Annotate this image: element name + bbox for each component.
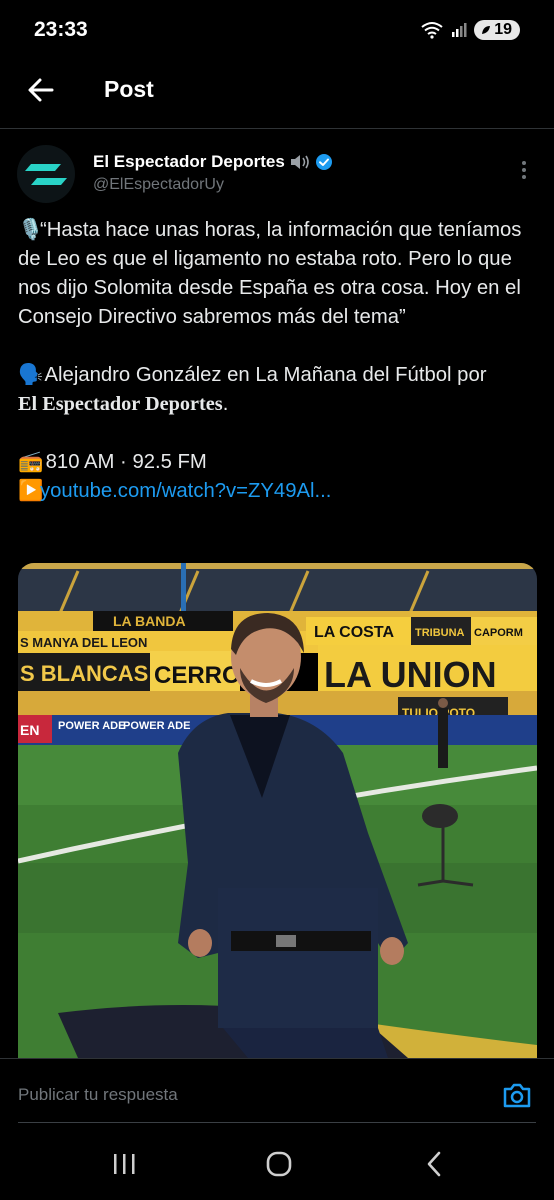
post-image[interactable]: LA BANDA S MANYA DEL LEON LA COSTA TRIBU… (18, 563, 537, 1058)
post-author: El Espectador Deportes @ElEspectadorUy (0, 128, 554, 208)
ad-board-en: EN (20, 722, 39, 738)
radio-frequencies: 810 AM · 92.5 FM (45, 451, 207, 473)
brand-logo-icon (25, 164, 67, 185)
microphone-icon: 🎙️ (18, 219, 44, 241)
battery-indicator: 19 (474, 20, 520, 40)
banner-manya: S MANYA DEL LEON (20, 635, 147, 650)
banner-caporm: CAPORM (474, 627, 523, 639)
speaker-text: Alejandro González en La Mañana del Fútb… (44, 364, 487, 386)
reply-bar: Publicar tu respuesta (0, 1058, 554, 1125)
top-header: Post (0, 62, 554, 129)
battery-saver-icon (482, 26, 491, 34)
reply-input[interactable]: Publicar tu respuesta (18, 1085, 178, 1105)
camera-icon[interactable] (502, 1081, 532, 1109)
wifi-icon (421, 22, 443, 39)
status-time: 23:33 (34, 18, 88, 41)
quote-paragraph: 🎙️“Hasta hace unas horas, la información… (18, 216, 542, 332)
banner-blancas: S BLANCAS (20, 661, 148, 686)
speaking-head-icon: 🗣️ (18, 364, 44, 386)
youtube-link[interactable]: youtube.com/watch?v=ZY49Al... (40, 480, 331, 502)
post-text: 🎙️“Hasta hace unas horas, la información… (18, 216, 542, 506)
battery-level: 19 (494, 21, 512, 38)
radio-icon: 📻 (18, 451, 44, 473)
back-nav-icon[interactable] (414, 1149, 454, 1179)
speaker-paragraph: 🗣️ Alejandro González en La Mañana del F… (18, 361, 542, 419)
play-button-icon: ▶️ (18, 480, 44, 502)
verified-badge-icon (315, 154, 332, 170)
brand-suffix: . (222, 393, 229, 415)
link-line: ▶️youtube.com/watch?v=ZY49Al... (18, 477, 542, 506)
quote-text: “Hasta hace unas horas, la información q… (18, 219, 522, 328)
banner-la-union: LA UNION (324, 654, 497, 695)
reply-divider (18, 1122, 536, 1123)
status-bar: 23:33 19 (0, 0, 554, 62)
radio-line: 📻 810 AM · 92.5 FM (18, 448, 542, 477)
author-name-row[interactable]: El Espectador Deportes (93, 152, 333, 172)
recent-apps-icon[interactable] (104, 1149, 144, 1179)
ad-board-powerade-2: POWER ADE (123, 720, 190, 732)
brand-name: El Espectador Deportes (18, 393, 223, 415)
author-name[interactable]: El Espectador Deportes (93, 152, 285, 172)
speaker-icon (290, 155, 309, 169)
signal-icon (452, 23, 467, 37)
banner-la-banda: LA BANDA (113, 613, 186, 629)
page-title: Post (104, 76, 154, 102)
stadium-photo: LA BANDA S MANYA DEL LEON LA COSTA TRIBU… (18, 563, 537, 1058)
avatar[interactable] (17, 145, 75, 203)
banner-cerro: CERRO (154, 662, 241, 689)
author-handle[interactable]: @ElEspectadorUy (93, 176, 224, 194)
ad-board-powerade-1: POWER ADE (58, 720, 125, 732)
system-nav-bar (0, 1124, 554, 1200)
banner-la-costa: LA COSTA (314, 624, 394, 641)
status-icons: 19 (420, 20, 520, 40)
back-arrow-icon[interactable] (24, 73, 58, 107)
more-options-icon[interactable] (514, 158, 534, 182)
home-icon[interactable] (259, 1149, 299, 1179)
banner-tribuna: TRIBUNA (415, 627, 465, 639)
